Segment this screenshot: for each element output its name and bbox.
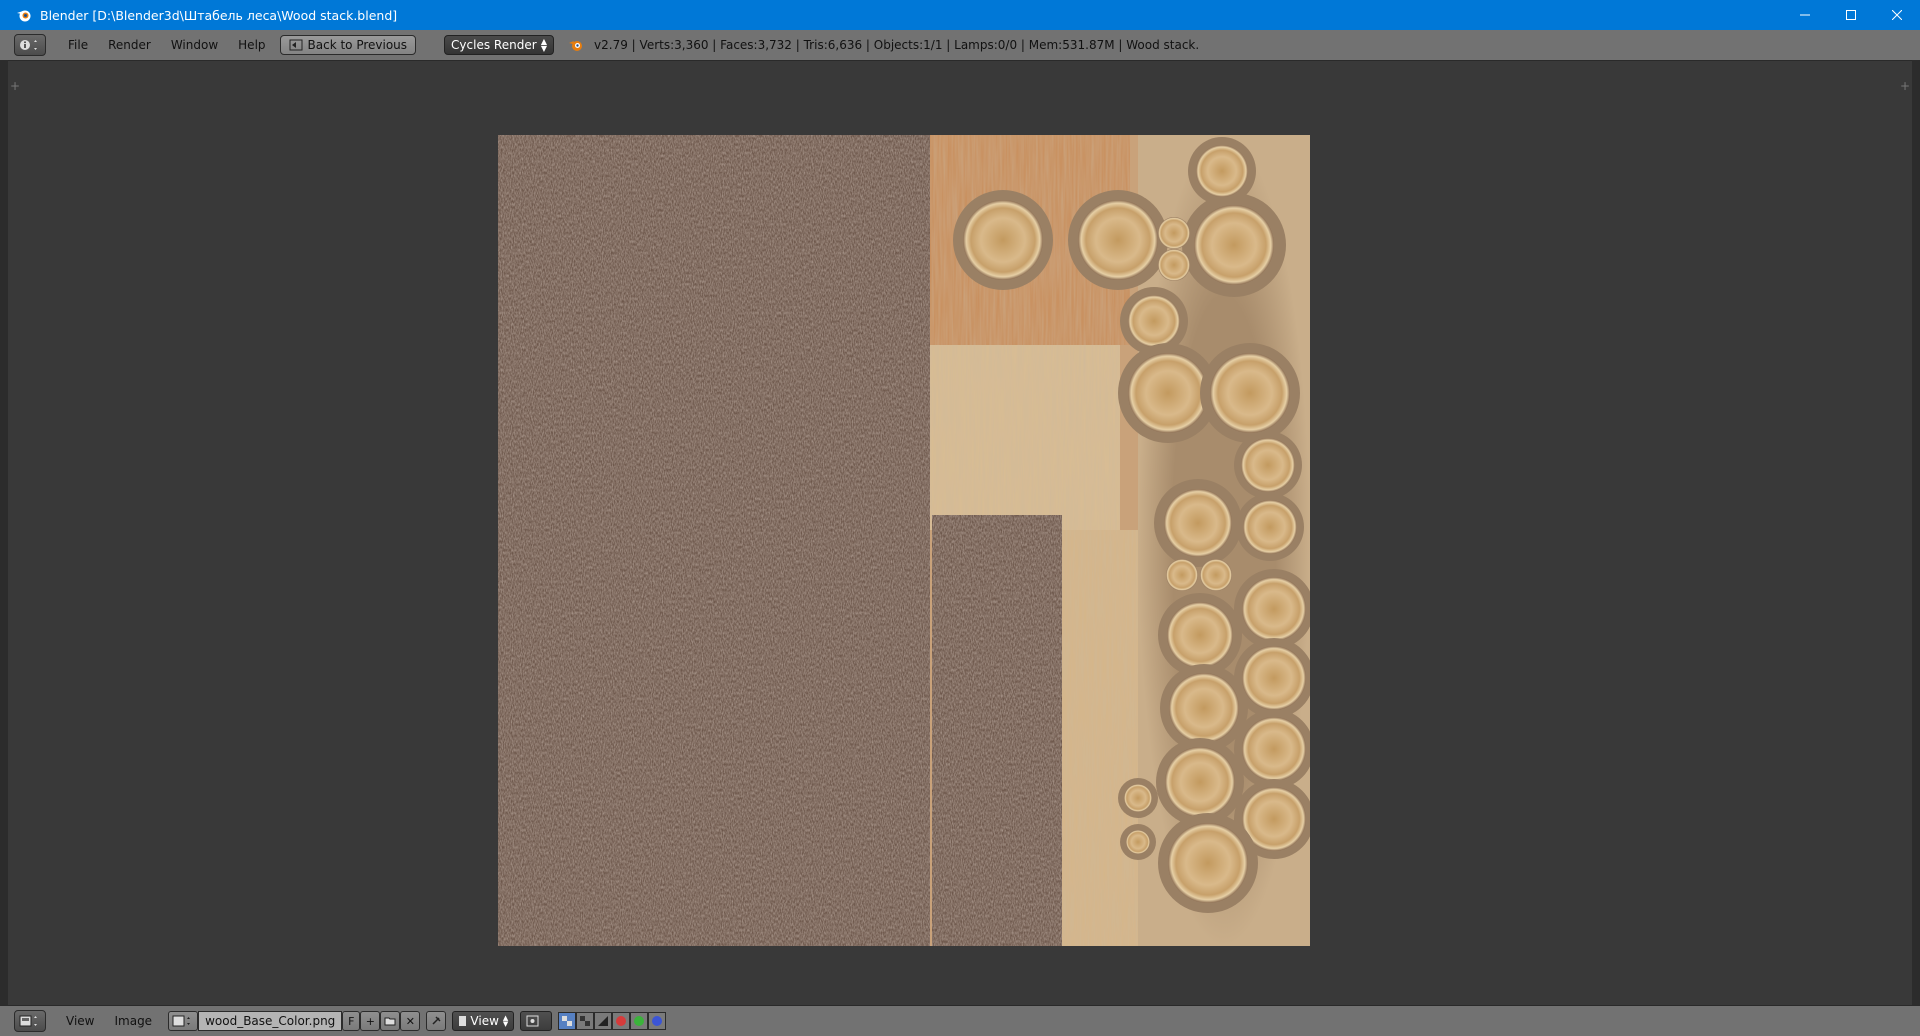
pin-button[interactable] bbox=[426, 1011, 447, 1031]
menu-window[interactable]: Window bbox=[161, 38, 228, 52]
menu-help[interactable]: Help bbox=[228, 38, 275, 52]
updown-arrows-icon: ▲ ▼ bbox=[502, 1014, 509, 1028]
info-header: File Render Window Help Back to Previous… bbox=[0, 30, 1920, 61]
blender-logo-icon bbox=[17, 10, 31, 22]
plus-icon: + bbox=[365, 1014, 375, 1028]
pin-icon bbox=[432, 1016, 441, 1025]
texture-image[interactable] bbox=[498, 135, 1310, 946]
scene-stats: v2.79 | Verts:3,360 | Faces:3,732 | Tris… bbox=[568, 38, 1199, 52]
green-channel-icon[interactable] bbox=[630, 1012, 649, 1030]
red-channel-icon[interactable] bbox=[612, 1012, 631, 1030]
view-mode-icon bbox=[459, 1016, 467, 1026]
browse-image-button[interactable] bbox=[168, 1011, 199, 1031]
menu-image[interactable]: Image bbox=[104, 1014, 162, 1028]
mode-select[interactable]: View ▲ ▼ bbox=[452, 1011, 515, 1031]
image-name-label: wood_Base_Color.png bbox=[205, 1014, 336, 1028]
area-edge-right[interactable] bbox=[1912, 60, 1920, 1035]
display-channels-rgba-icon[interactable] bbox=[576, 1012, 595, 1030]
close-x-icon: ✕ bbox=[405, 1014, 415, 1028]
back-to-previous-label: Back to Previous bbox=[307, 38, 408, 52]
info-icon bbox=[20, 40, 37, 50]
pivot-icon bbox=[526, 1015, 539, 1027]
back-screen-icon bbox=[289, 39, 303, 51]
folder-icon bbox=[384, 1017, 396, 1026]
pivot-select[interactable] bbox=[520, 1011, 553, 1031]
fake-user-label: F bbox=[348, 1014, 355, 1028]
image-browse-icon bbox=[172, 1015, 191, 1027]
image-editor-header: View Image wood_Base_Color.png F + ✕ Vie… bbox=[0, 1005, 1920, 1036]
render-engine-select[interactable]: Cycles Render ▲ ▼ bbox=[444, 35, 555, 55]
properties-expand-icon[interactable]: + bbox=[1900, 79, 1910, 93]
back-to-previous-button[interactable]: Back to Previous bbox=[279, 35, 417, 55]
render-engine-label: Cycles Render bbox=[451, 38, 537, 52]
updown-arrows-icon: ▲ ▼ bbox=[540, 37, 548, 53]
mode-label: View bbox=[470, 1014, 499, 1028]
editor-type-selector-image[interactable] bbox=[14, 1010, 46, 1032]
unlink-image-button[interactable]: ✕ bbox=[400, 1011, 421, 1031]
display-alpha-icon[interactable] bbox=[594, 1012, 613, 1030]
window-titlebar: Blender [D:\Blender3d\Штабель леса\Wood … bbox=[0, 0, 1920, 30]
blue-channel-icon[interactable] bbox=[648, 1012, 667, 1030]
menu-file[interactable]: File bbox=[58, 38, 98, 52]
open-image-button[interactable] bbox=[380, 1011, 401, 1031]
maximize-icon[interactable] bbox=[1828, 0, 1874, 30]
menu-view[interactable]: View bbox=[56, 1014, 104, 1028]
menu-render[interactable]: Render bbox=[98, 38, 161, 52]
window-title: Blender [D:\Blender3d\Штабель леса\Wood … bbox=[40, 7, 398, 23]
area-edge-left[interactable] bbox=[0, 60, 8, 1035]
blender-logo-icon bbox=[569, 41, 583, 51]
editor-type-selector[interactable] bbox=[14, 34, 46, 56]
minimize-icon[interactable] bbox=[1782, 0, 1828, 30]
close-icon[interactable] bbox=[1874, 0, 1920, 30]
toolbar-expand-icon[interactable]: + bbox=[10, 79, 20, 93]
image-editor-icon bbox=[19, 1015, 37, 1027]
image-name-field[interactable]: wood_Base_Color.png bbox=[198, 1011, 343, 1031]
stats-text: v2.79 | Verts:3,360 | Faces:3,732 | Tris… bbox=[594, 38, 1200, 52]
wood-texture bbox=[498, 135, 1310, 946]
fake-user-button[interactable]: F bbox=[342, 1011, 361, 1031]
display-channels-rgb-icon[interactable] bbox=[558, 1012, 577, 1030]
new-image-button[interactable]: + bbox=[360, 1011, 381, 1031]
